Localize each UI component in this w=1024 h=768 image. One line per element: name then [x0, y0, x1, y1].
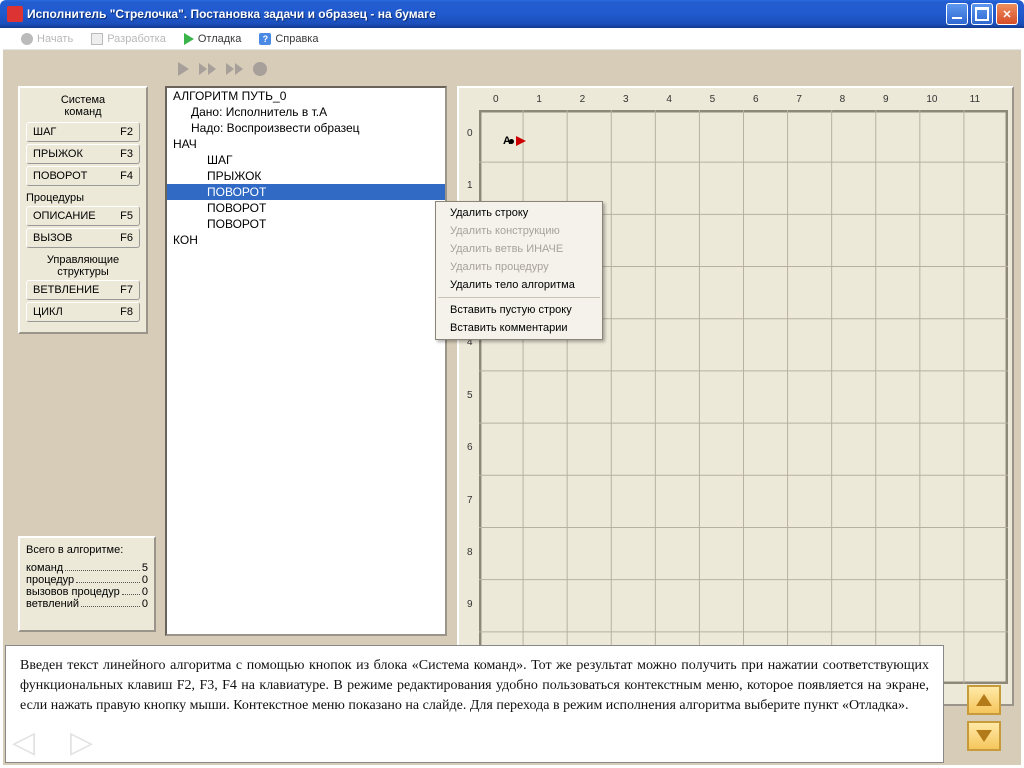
code-line[interactable]: Дано: Исполнитель в т.А — [167, 104, 445, 120]
col-label: 9 — [883, 94, 889, 105]
ctx-insert-empty[interactable]: Вставить пустую строку — [436, 301, 602, 319]
col-label: 1 — [536, 94, 542, 105]
code-line[interactable]: ПОВОРОТ — [167, 200, 445, 216]
ctx-insert-comment[interactable]: Вставить комментарии — [436, 319, 602, 337]
col-label: 8 — [840, 94, 846, 105]
window-title: Исполнитель "Стрелочка". Постановка зада… — [27, 7, 946, 21]
arrow-right-icon — [516, 136, 526, 146]
code-line[interactable]: НАЧ — [167, 136, 445, 152]
pager-left-icon[interactable]: ◁ — [12, 725, 35, 760]
window-minimize-button[interactable] — [946, 3, 968, 25]
cmd-branch-button[interactable]: ВЕТВЛЕНИЕF7 — [26, 280, 140, 300]
col-label: 5 — [710, 94, 716, 105]
cmd-call-button[interactable]: ВЫЗОВF6 — [26, 228, 140, 248]
main-menu: Начать Разработка Отладка Справка — [3, 28, 1021, 50]
menu-debug[interactable]: Отладка — [184, 33, 241, 45]
code-line[interactable]: ПОВОРОТ — [167, 216, 445, 232]
col-label: 11 — [970, 94, 980, 105]
col-label: 0 — [493, 94, 499, 105]
col-label: 3 — [623, 94, 629, 105]
app-icon — [7, 6, 23, 22]
menu-help[interactable]: Справка — [259, 33, 318, 45]
grid-canvas-panel: A 01234567891011012345678910 — [457, 86, 1014, 706]
cmd-jump-button[interactable]: ПРЫЖОКF3 — [26, 144, 140, 164]
window-maximize-button[interactable] — [971, 3, 993, 25]
row-label: 6 — [467, 442, 473, 453]
algorithm-stats: Всего в алгоритме: команд5 процедур0 выз… — [18, 536, 156, 632]
cmd-turn-button[interactable]: ПОВОРОТF4 — [26, 166, 140, 186]
play-icon[interactable] — [178, 62, 189, 76]
window-titlebar: Исполнитель "Стрелочка". Постановка зада… — [0, 0, 1024, 28]
slide-prev-button[interactable] — [967, 685, 1001, 715]
ctx-delete-construction: Удалить конструкцию — [436, 222, 602, 240]
marker-dot-icon — [509, 139, 514, 144]
code-line[interactable]: ПРЫЖОК — [167, 168, 445, 184]
row-label: 5 — [467, 390, 473, 401]
context-menu: Удалить строку Удалить конструкцию Удали… — [435, 201, 603, 340]
cmd-desc-button[interactable]: ОПИСАНИЕF5 — [26, 206, 140, 226]
row-label: 1 — [467, 180, 473, 191]
grid-canvas[interactable] — [479, 110, 1008, 684]
col-label: 7 — [796, 94, 802, 105]
row-label: 7 — [467, 495, 473, 506]
cmd-loop-button[interactable]: ЦИКЛF8 — [26, 302, 140, 322]
slide-next-button[interactable] — [967, 721, 1001, 751]
code-line[interactable]: ШАГ — [167, 152, 445, 168]
palette-sub-procedures: Процедуры — [26, 192, 140, 204]
code-line[interactable]: АЛГОРИТМ ПУТЬ_0 — [167, 88, 445, 104]
row-label: 9 — [467, 599, 473, 610]
col-label: 4 — [666, 94, 672, 105]
skip-icon[interactable] — [226, 63, 243, 75]
code-line[interactable]: Надо: Воспроизвести образец — [167, 120, 445, 136]
explanation-text: Введен текст линейного алгоритма с помощ… — [5, 645, 944, 763]
row-label: 8 — [467, 547, 473, 558]
pager-right-icon[interactable]: ▷ — [70, 725, 93, 760]
fast-forward-icon[interactable] — [199, 63, 216, 75]
col-label: 6 — [753, 94, 759, 105]
menu-start[interactable]: Начать — [21, 33, 73, 45]
row-label: 0 — [467, 128, 473, 139]
playback-toolbar — [178, 56, 267, 82]
window-close-button[interactable] — [996, 3, 1018, 25]
col-label: 10 — [926, 94, 937, 105]
ctx-separator — [438, 297, 600, 298]
ctx-delete-procedure: Удалить процедуру — [436, 258, 602, 276]
code-line-selected[interactable]: ПОВОРОТ — [167, 184, 445, 200]
ctx-delete-body[interactable]: Удалить тело алгоритма — [436, 276, 602, 294]
stats-header: Всего в алгоритме: — [26, 544, 148, 556]
ctx-delete-else: Удалить ветвь ИНАЧЕ — [436, 240, 602, 258]
executor-marker: A — [503, 135, 526, 147]
stop-icon[interactable] — [253, 62, 267, 76]
code-editor[interactable]: АЛГОРИТМ ПУТЬ_0 Дано: Исполнитель в т.А … — [165, 86, 447, 636]
palette-sub-control: Управляющиеструктуры — [26, 254, 140, 278]
ctx-delete-line[interactable]: Удалить строку — [436, 204, 602, 222]
command-palette: Системакоманд ШАГF2 ПРЫЖОКF3 ПОВОРОТF4 П… — [18, 86, 148, 334]
code-line[interactable]: КОН — [167, 232, 445, 248]
palette-title: Системакоманд — [24, 94, 142, 118]
col-label: 2 — [580, 94, 586, 105]
cmd-step-button[interactable]: ШАГF2 — [26, 122, 140, 142]
menu-develop[interactable]: Разработка — [91, 33, 166, 45]
